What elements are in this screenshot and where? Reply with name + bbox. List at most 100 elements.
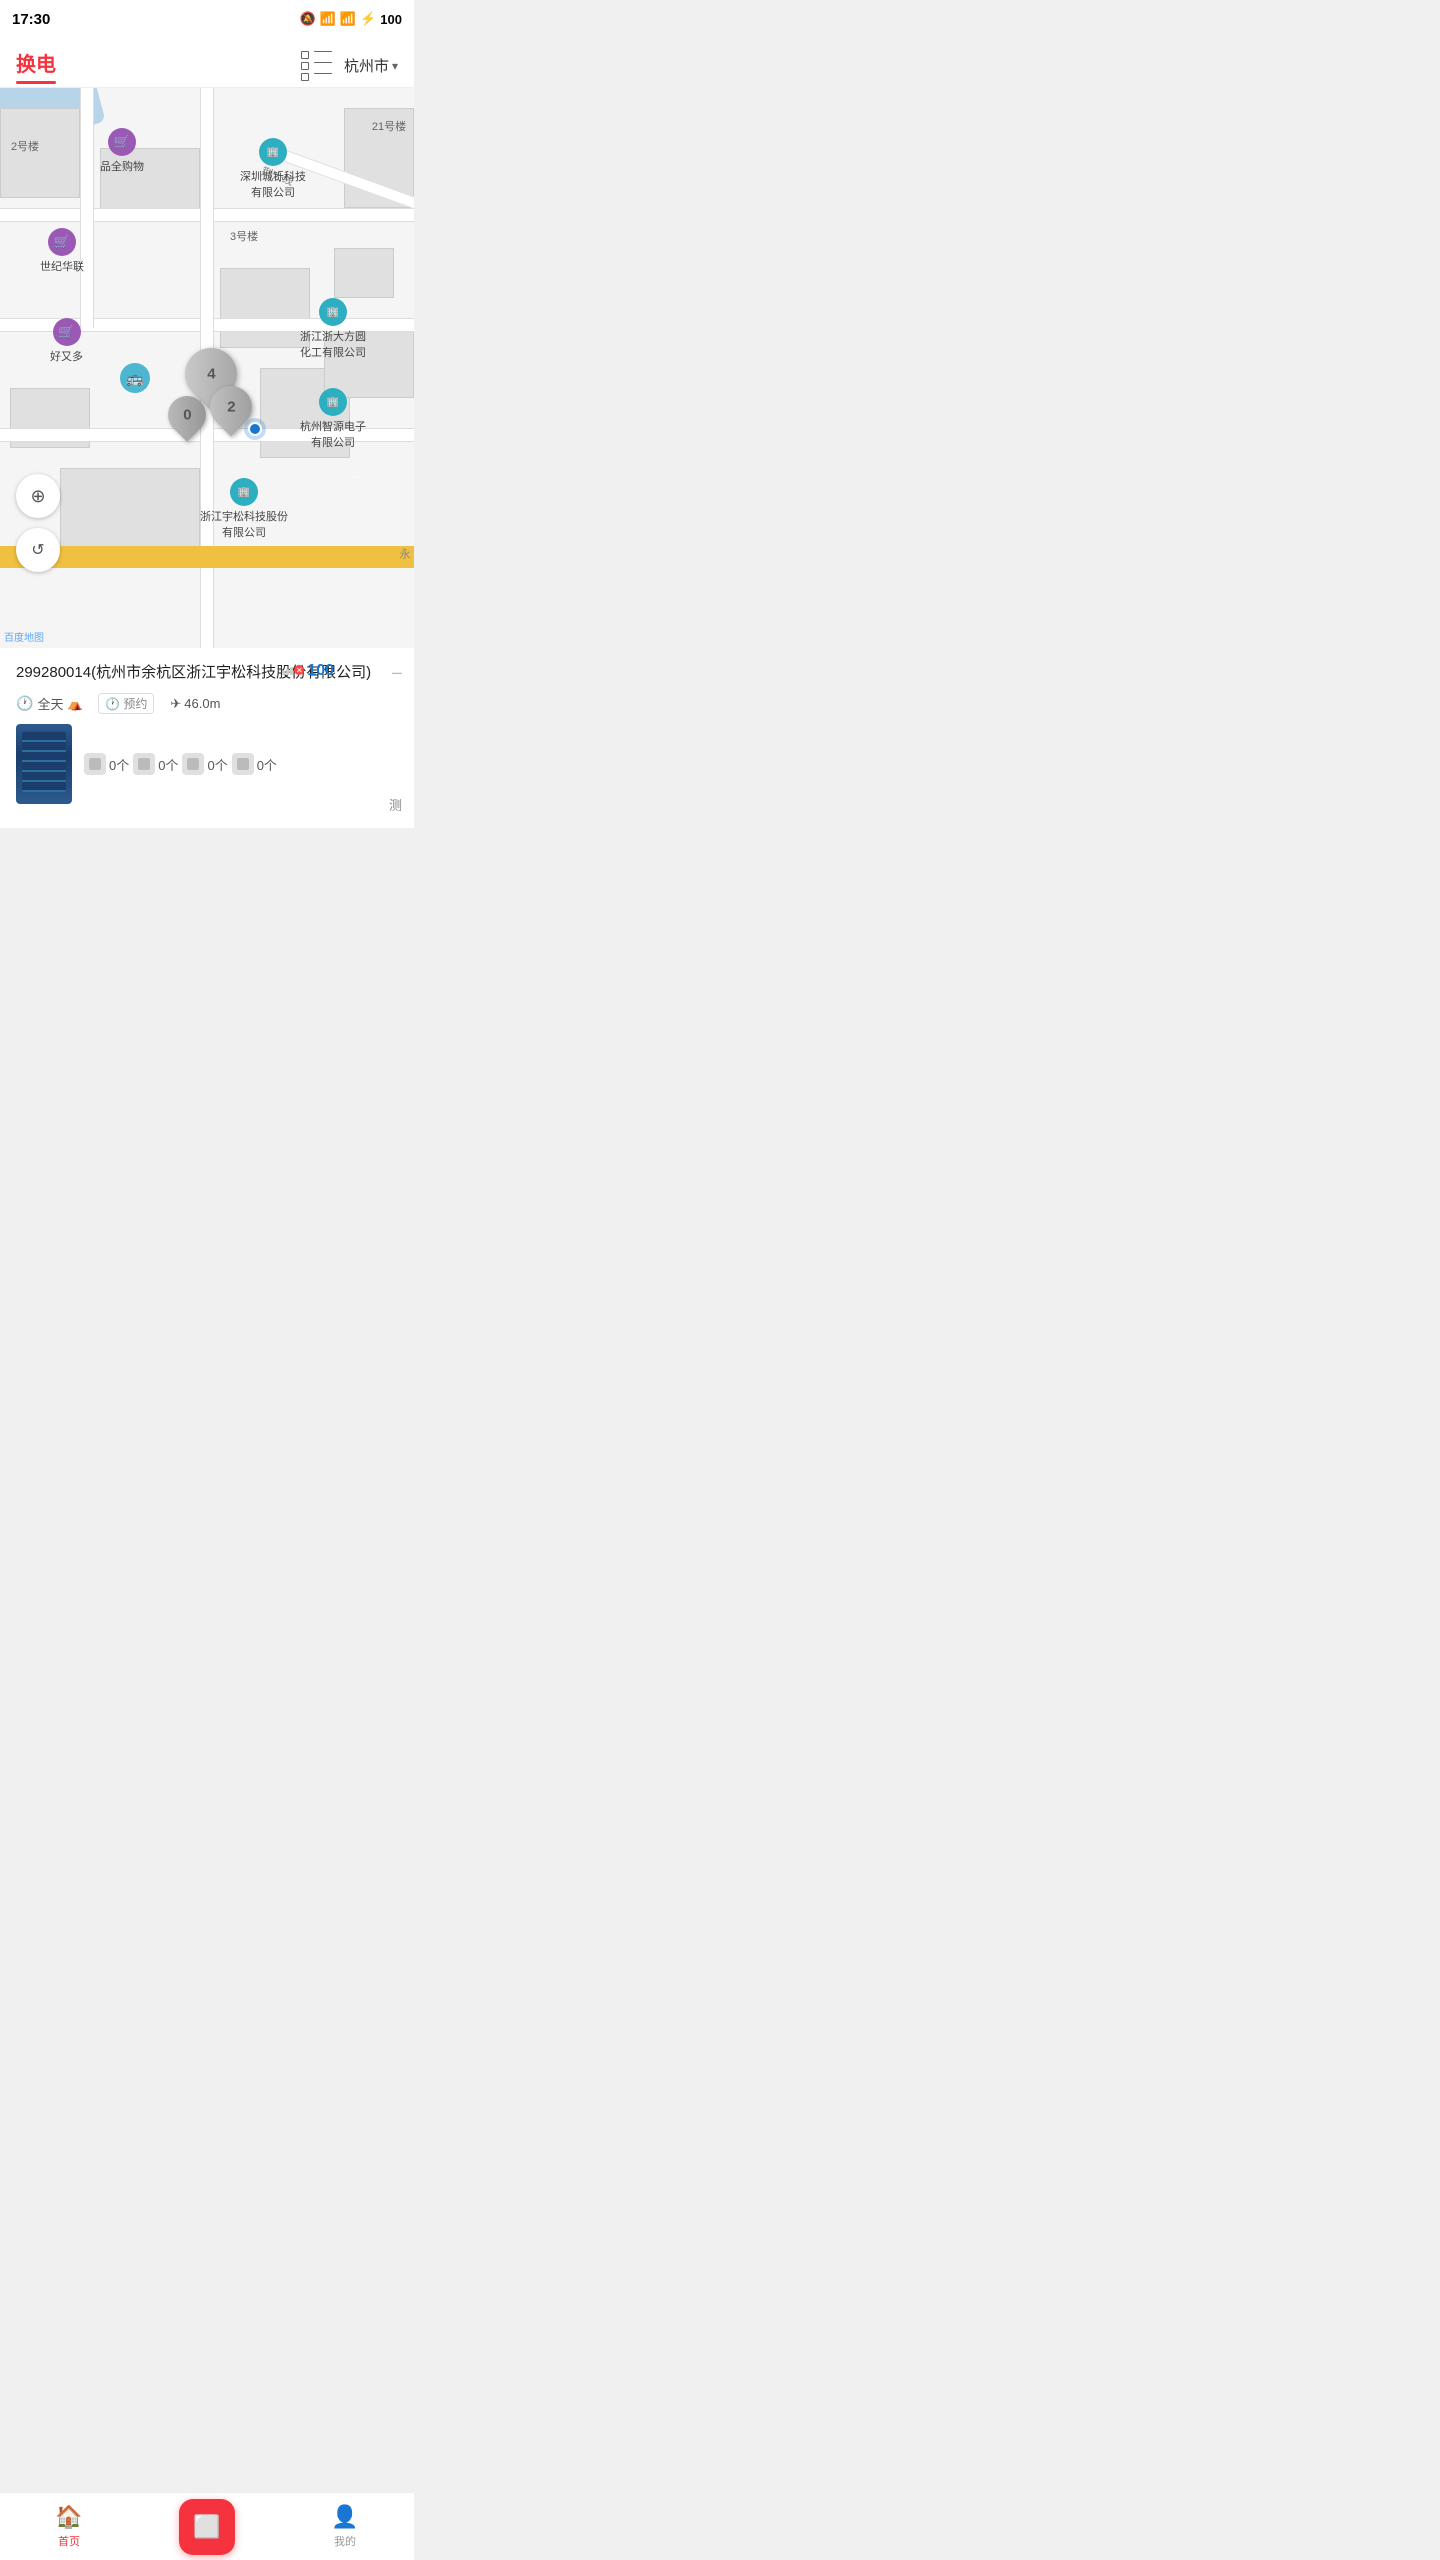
slot-icon-2 xyxy=(133,753,155,775)
signal-bar-1 xyxy=(282,671,285,675)
scan-icon: ⬜ xyxy=(193,2514,220,2540)
grid-list-icon[interactable] xyxy=(301,51,332,81)
poi-icon-zhejiangyuan: 🏢 xyxy=(319,298,347,326)
signal-cross-icon: ✕ xyxy=(294,665,304,675)
poi-shenzhen[interactable]: 🏢 深圳城铄科技有限公司 xyxy=(240,138,306,200)
hours-badge: 🕐 全天 ⛺ xyxy=(16,694,82,713)
dash-separator: – xyxy=(392,662,402,683)
navigation-icon: ✈ xyxy=(170,696,181,712)
cluster-number-2: 2 xyxy=(227,399,235,416)
city-name: 杭州市 xyxy=(344,55,389,76)
signal-bars: ✕ xyxy=(282,667,304,675)
road-arrow-right: → xyxy=(351,467,364,482)
grid-row-bot xyxy=(301,73,332,81)
station-title: 299280014(杭州市余杭区浙江宇松科技股份有限公司) xyxy=(16,662,398,683)
chevron-down-icon: ▾ xyxy=(392,59,398,73)
slot-icon-3 xyxy=(182,753,204,775)
bus-icon: 🚌 xyxy=(126,370,143,387)
signal-bar-2 xyxy=(286,669,289,675)
slot-count-4: 0个 xyxy=(257,755,277,774)
status-time: 17:30 xyxy=(12,11,50,28)
poi-label-zhejiangyuan: 浙江浙大方圆化工有限公司 xyxy=(300,328,366,360)
scan-indicator: ✕ 100 xyxy=(282,662,334,680)
grid-cell xyxy=(301,62,309,70)
reserve-clock-icon: 🕐 xyxy=(105,697,120,711)
slot-count-3: 0个 xyxy=(207,755,227,774)
slot-icon-4 xyxy=(232,753,254,775)
slot-count-2: 0个 xyxy=(158,755,178,774)
cluster-number-0: 0 xyxy=(183,407,191,424)
road-v2 xyxy=(80,88,94,328)
poi-label-hangzhou-zhiyuan: 杭州智源电子有限公司 xyxy=(300,418,366,450)
grid-row-mid xyxy=(301,62,332,70)
slot-icon-inner-4 xyxy=(237,758,249,770)
bottom-nav: 🏠 首页 ⬜ 👤 我的 xyxy=(0,2492,414,2560)
signal-bar-3 xyxy=(290,667,293,675)
mute-icon: 🔕 xyxy=(300,11,316,27)
poi-yusong[interactable]: 🏢 浙江宇松科技股份有限公司 xyxy=(200,478,288,540)
bus-stop-marker[interactable]: 🚌 xyxy=(120,363,150,393)
scan-number: 100 xyxy=(307,662,334,680)
poi-label-yusong: 浙江宇松科技股份有限公司 xyxy=(200,508,288,540)
current-location-dot xyxy=(248,422,262,436)
building-block xyxy=(334,248,394,298)
scan-button[interactable]: ⬜ xyxy=(179,2499,235,2555)
slot-icon-1 xyxy=(84,753,106,775)
nav-home[interactable]: 🏠 首页 xyxy=(0,2504,138,2549)
status-bar: 17:30 🔕 📶 📶 ⚡ 100 xyxy=(0,0,414,36)
poi-icon-shiji: 🛒 xyxy=(48,228,76,256)
hours-text: 全天 xyxy=(37,694,63,713)
grid-row-top xyxy=(301,51,332,59)
locate-button[interactable]: ⊕ xyxy=(16,474,60,518)
page-title: 换电 xyxy=(16,48,56,81)
grid-cell xyxy=(301,51,309,59)
reserve-text: 预约 xyxy=(123,695,147,712)
poi-zhejiangyuan[interactable]: 🏢 浙江浙大方圆化工有限公司 xyxy=(300,298,366,360)
poi-pinquan[interactable]: 🛒 品全购物 xyxy=(100,128,144,174)
poi-label-haoyouduo: 好又多 xyxy=(50,348,83,364)
cluster-number-4: 4 xyxy=(207,366,215,383)
home-label: 首页 xyxy=(58,2533,80,2549)
slot-item-3: 0个 xyxy=(182,753,227,775)
poi-icon-haoyouduo: 🛒 xyxy=(53,318,81,346)
nav-scan[interactable]: ⬜ xyxy=(138,2499,276,2555)
charging-icon: ⚡ xyxy=(360,11,376,27)
poi-label-pinquan: 品全购物 xyxy=(100,158,144,174)
home-icon: 🏠 xyxy=(55,2504,82,2530)
header: 换电 杭州市 ▾ xyxy=(0,36,414,88)
poi-haoyouduo[interactable]: 🛒 好又多 xyxy=(50,318,83,364)
map-container[interactable]: ← → 2号楼 3号楼 21号楼 荆大线 永 50 🛒 品全购物 🛒 世纪华联 … xyxy=(0,88,414,648)
poi-shiji[interactable]: 🛒 世纪华联 xyxy=(40,228,84,274)
header-left: 换电 xyxy=(16,48,56,84)
poi-hangzhou-zhiyuan[interactable]: 🏢 杭州智源电子有限公司 xyxy=(300,388,366,450)
title-underline xyxy=(16,81,56,84)
grid-line xyxy=(314,62,332,64)
slot-icon-inner-1 xyxy=(89,758,101,770)
distance-text: 46.0m xyxy=(184,696,220,711)
history-button[interactable]: ↺ xyxy=(16,528,60,572)
status-icons: 🔕 📶 📶 ⚡ 100 xyxy=(300,11,402,27)
nav-mine[interactable]: 👤 我的 xyxy=(276,2504,414,2549)
history-icon: ↺ xyxy=(31,540,44,560)
locate-icon: ⊕ xyxy=(30,486,45,507)
info-row-badges: 🕐 全天 ⛺ 🕐 预约 ✈ 46.0m xyxy=(16,693,398,714)
card-body: 0个 0个 0个 0个 测 xyxy=(16,724,398,804)
explore-button[interactable]: 测 xyxy=(389,795,402,814)
poi-icon-hangzhou-zhiyuan: 🏢 xyxy=(319,388,347,416)
baidu-logo: 百度地图 xyxy=(4,629,44,644)
clock-icon: 🕐 xyxy=(16,695,33,712)
person-icon: 👤 xyxy=(331,2504,358,2530)
signal-icon: 📶 xyxy=(340,11,356,27)
yellow-road: ← → xyxy=(0,546,414,568)
city-selector[interactable]: 杭州市 ▾ xyxy=(344,55,398,76)
info-card: 299280014(杭州市余杭区浙江宇松科技股份有限公司) ✕ 100 – 🕐 … xyxy=(0,648,414,828)
reserve-badge[interactable]: 🕐 预约 xyxy=(98,693,154,714)
distance-badge: ✈ 46.0m xyxy=(170,696,220,712)
poi-label-shenzhen: 深圳城铄科技有限公司 xyxy=(240,168,306,200)
building-block xyxy=(220,268,310,348)
header-right: 杭州市 ▾ xyxy=(301,51,398,81)
slot-counts: 0个 0个 0个 0个 xyxy=(84,724,398,804)
poi-label-shiji: 世纪华联 xyxy=(40,258,84,274)
slot-icon-inner-2 xyxy=(138,758,150,770)
poi-icon-pinquan: 🛒 xyxy=(108,128,136,156)
